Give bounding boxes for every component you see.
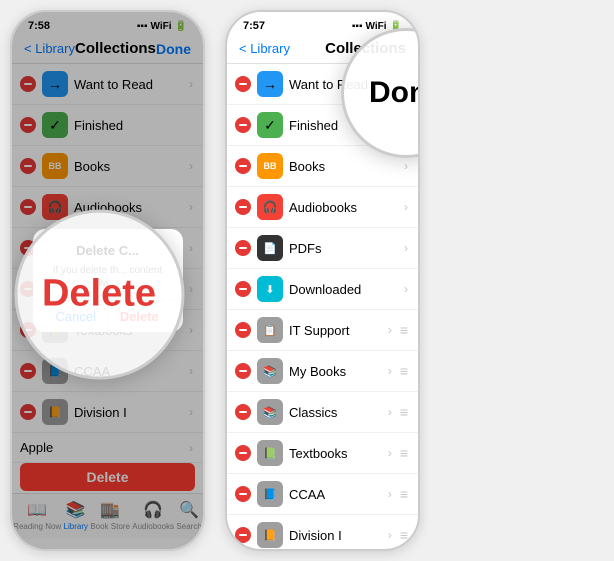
remove-btn[interactable] — [235, 486, 251, 502]
item-label: Downloaded — [289, 282, 398, 297]
remove-btn[interactable] — [235, 240, 251, 256]
reorder-icon: ≡ — [400, 527, 408, 543]
item-icon: 📚 — [257, 358, 283, 384]
dialog-cancel-btn[interactable]: Cancel — [45, 301, 109, 332]
item-icon: 📙 — [257, 522, 283, 548]
remove-btn[interactable] — [235, 76, 251, 92]
remove-btn[interactable] — [235, 445, 251, 461]
list-item[interactable]: 📚 Classics › ≡ — [227, 392, 418, 433]
right-phone: 7:57 ▪▪▪ WiFi 🔋 < Library Collections → … — [225, 10, 420, 551]
chevron-icon: › — [388, 528, 392, 542]
chevron-icon: › — [388, 323, 392, 337]
dialog-actions: Cancel Delete — [45, 301, 171, 332]
list-item[interactable]: 📗 Textbooks › ≡ — [227, 433, 418, 474]
reorder-icon: ≡ — [400, 322, 408, 338]
reorder-icon: ≡ — [400, 486, 408, 502]
list-item[interactable]: 📚 My Books › ≡ — [227, 351, 418, 392]
list-item[interactable]: 🎧 Audiobooks › — [227, 187, 418, 228]
chevron-icon: › — [404, 282, 408, 296]
chevron-icon: › — [404, 159, 408, 173]
wifi-icon-right: WiFi — [366, 21, 387, 32]
remove-btn[interactable] — [235, 527, 251, 543]
item-label: IT Support — [289, 323, 382, 338]
chevron-icon: › — [388, 446, 392, 460]
list-item[interactable]: 📘 CCAA › ≡ — [227, 474, 418, 515]
item-label: Finished — [289, 118, 408, 133]
remove-btn[interactable] — [235, 281, 251, 297]
remove-btn[interactable] — [235, 199, 251, 215]
chevron-icon: › — [404, 200, 408, 214]
nav-bar-right: < Library Collections — [227, 36, 418, 64]
chevron-icon: › — [388, 405, 392, 419]
item-label: Division I — [289, 528, 382, 543]
remove-btn[interactable] — [235, 117, 251, 133]
dialog-body: If you delete th... content wi... — [45, 264, 171, 290]
remove-btn[interactable] — [235, 363, 251, 379]
dialog-delete-btn[interactable]: Delete — [108, 301, 171, 332]
remove-btn[interactable] — [235, 404, 251, 420]
chevron-icon: › — [388, 487, 392, 501]
item-label: PDFs — [289, 241, 398, 256]
list-item[interactable]: ✓ Finished — [227, 105, 418, 146]
status-time-right: 7:57 — [243, 20, 265, 32]
back-button-right[interactable]: < Library — [239, 41, 290, 56]
item-label: Want to Read — [289, 77, 398, 92]
dialog-title: Delete C... — [45, 243, 171, 258]
item-label: Books — [289, 159, 398, 174]
list-item[interactable]: BB Books › — [227, 146, 418, 187]
signal-icon-right: ▪▪▪ — [352, 21, 363, 32]
list-item[interactable]: → Want to Read › — [227, 64, 418, 105]
remove-btn[interactable] — [235, 322, 251, 338]
reorder-icon: ≡ — [400, 363, 408, 379]
item-icon: 🎧 — [257, 194, 283, 220]
status-icons-right: ▪▪▪ WiFi 🔋 — [352, 21, 402, 32]
item-label: CCAA — [289, 487, 382, 502]
collection-list-right: → Want to Read › ✓ Finished BB Books › 🎧 — [227, 64, 418, 551]
item-icon: ✓ — [257, 112, 283, 138]
battery-icon-right: 🔋 — [390, 21, 402, 32]
item-label: My Books — [289, 364, 382, 379]
item-label: Audiobooks — [289, 200, 398, 215]
chevron-icon: › — [404, 77, 408, 91]
item-label: Classics — [289, 405, 382, 420]
item-icon: → — [257, 71, 283, 97]
dialog-overlay: Delete C... If you delete th... content … — [12, 12, 203, 549]
list-item[interactable]: ⬇ Downloaded › — [227, 269, 418, 310]
delete-dialog: Delete C... If you delete th... content … — [33, 229, 183, 332]
item-label: Textbooks — [289, 446, 382, 461]
item-icon: BB — [257, 153, 283, 179]
item-icon: 📄 — [257, 235, 283, 261]
remove-btn[interactable] — [235, 158, 251, 174]
item-icon: 📗 — [257, 440, 283, 466]
left-phone: 7:58 ▪▪▪ WiFi 🔋 < Library Collections Do… — [10, 10, 205, 551]
item-icon: 📘 — [257, 481, 283, 507]
reorder-icon: ≡ — [400, 445, 408, 461]
item-icon: 📚 — [257, 399, 283, 425]
nav-title-right: Collections — [325, 40, 406, 57]
list-item[interactable]: 📙 Division I › ≡ — [227, 515, 418, 551]
list-item[interactable]: 📄 PDFs › — [227, 228, 418, 269]
status-bar-right: 7:57 ▪▪▪ WiFi 🔋 — [227, 12, 418, 36]
item-icon: 📋 — [257, 317, 283, 343]
list-item[interactable]: 📋 IT Support › ≡ — [227, 310, 418, 351]
reorder-icon: ≡ — [400, 404, 408, 420]
item-icon-downloaded: ⬇ — [257, 276, 283, 302]
chevron-icon: › — [388, 364, 392, 378]
chevron-icon: › — [404, 241, 408, 255]
